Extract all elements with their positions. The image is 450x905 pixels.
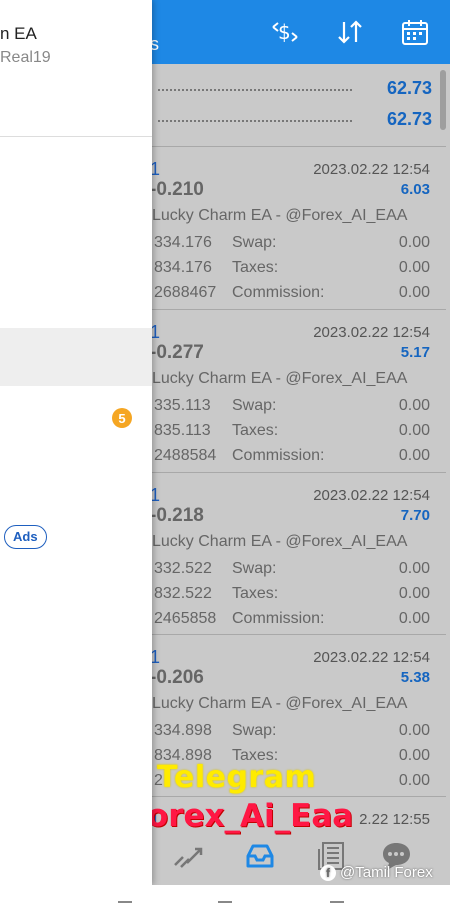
ads-badge[interactable]: Ads (4, 525, 47, 549)
scrollbar[interactable] (440, 70, 446, 130)
swap-label: Swap: (232, 722, 277, 739)
nav-mark (218, 901, 232, 903)
trade-price: -0.218 (150, 505, 204, 526)
trade-price: -0.206 (150, 667, 204, 688)
trade-profit: 7.70 (400, 507, 430, 524)
trade-date: 2.22 12:55 (359, 811, 430, 828)
calendar-icon[interactable] (398, 15, 432, 49)
trade-comment: Lucky Charm EA - @Forex_AI_EAA (152, 207, 408, 224)
commission-value: 0.00 (398, 772, 430, 789)
trade-row[interactable]: 1 2023.02.22 12:54 -0.218 7.70 Lucky Cha… (150, 472, 446, 635)
nav-mark (330, 901, 344, 903)
swap-value: 0.00 (398, 560, 430, 577)
dotted-leader (158, 120, 352, 122)
taxes-label: Taxes: (232, 422, 279, 439)
swap-label: Swap: (232, 234, 277, 251)
trade-open-price: 332.522 (154, 560, 212, 577)
commission-label: Commission: (232, 447, 325, 464)
trade-ticket: 2488584 (154, 447, 217, 464)
exchange-dollar-icon[interactable]: $ (268, 15, 302, 49)
history-inbox-icon[interactable] (240, 836, 280, 876)
trade-profit: 6.03 (400, 181, 430, 198)
taxes-value: 0.00 (398, 259, 430, 276)
svg-text:$: $ (278, 20, 291, 44)
swap-value: 0.00 (398, 234, 430, 251)
account-name[interactable]: n EA (0, 24, 37, 44)
taxes-value: 0.00 (398, 422, 430, 439)
swap-value: 0.00 (398, 397, 430, 414)
taxes-label: Taxes: (232, 585, 279, 602)
trade-date: 2023.02.22 12:54 (313, 324, 430, 341)
summary-row: 62.73 (150, 74, 432, 104)
divider (0, 136, 152, 137)
navigation-drawer: n EA Real19 5 Ads (0, 0, 152, 885)
trade-row[interactable]: 1 2023.02.22 12:54 -0.277 5.17 Lucky Cha… (150, 309, 446, 472)
trade-close-price: 835.113 (154, 422, 211, 439)
commission-label: Commission: (232, 284, 325, 301)
swap-label: Swap: (232, 397, 277, 414)
facebook-icon: f (320, 864, 336, 881)
trade-chart-icon[interactable] (168, 836, 208, 876)
account-server: Real19 (0, 49, 51, 66)
summary-value: 62.73 (386, 78, 432, 98)
drawer-item-selected[interactable] (0, 328, 152, 386)
telegram-overlay-text: Telegram (157, 760, 317, 795)
sort-icon[interactable] (333, 15, 367, 49)
trade-close-price: 834.176 (154, 259, 212, 276)
trade-comment: Lucky Charm EA - @Forex_AI_EAA (152, 695, 408, 712)
trade-profit: 5.17 (400, 344, 430, 361)
trade-price: -0.277 (150, 342, 204, 363)
dotted-leader (158, 89, 352, 91)
system-nav-strip (0, 885, 450, 905)
nav-mark (118, 901, 132, 903)
commission-value: 0.00 (398, 610, 430, 627)
trade-ticket: 2465858 (154, 610, 217, 627)
trade-date: 2023.02.22 12:54 (313, 487, 430, 504)
taxes-value: 0.00 (398, 585, 430, 602)
trade-open-price: 334.898 (154, 722, 212, 739)
trade-history-screen: s $ 62.73 62.73 1 2023.02.22 12:54 -0.21… (0, 0, 450, 885)
trade-close-price: 832.522 (154, 585, 212, 602)
summary-value: 62.73 (386, 109, 432, 129)
trade-comment: Lucky Charm EA - @Forex_AI_EAA (152, 370, 408, 387)
trade-profit: 5.38 (400, 669, 430, 686)
taxes-label: Taxes: (232, 259, 279, 276)
commission-label: Commission: (232, 610, 325, 627)
swap-value: 0.00 (398, 722, 430, 739)
watermark-text: @Tamil Forex (340, 864, 433, 881)
commission-value: 0.00 (398, 284, 430, 301)
trade-row[interactable]: 1 2023.02.22 12:54 -0.210 6.03 Lucky Cha… (150, 146, 446, 309)
taxes-value: 0.00 (398, 747, 430, 764)
trade-price: -0.210 (150, 179, 204, 200)
trade-date: 2023.02.22 12:54 (313, 649, 430, 666)
summary-row: 62.73 (150, 105, 432, 135)
commission-value: 0.00 (398, 447, 430, 464)
trade-open-price: 335.113 (154, 397, 211, 414)
trade-comment: Lucky Charm EA - @Forex_AI_EAA (152, 533, 408, 550)
watermark: f @Tamil Forex (320, 864, 433, 881)
swap-label: Swap: (232, 560, 277, 577)
trade-open-price: 334.176 (154, 234, 212, 251)
trade-ticket: 2688467 (154, 284, 217, 301)
notification-badge: 5 (112, 408, 132, 428)
trade-date: 2023.02.22 12:54 (313, 161, 430, 178)
